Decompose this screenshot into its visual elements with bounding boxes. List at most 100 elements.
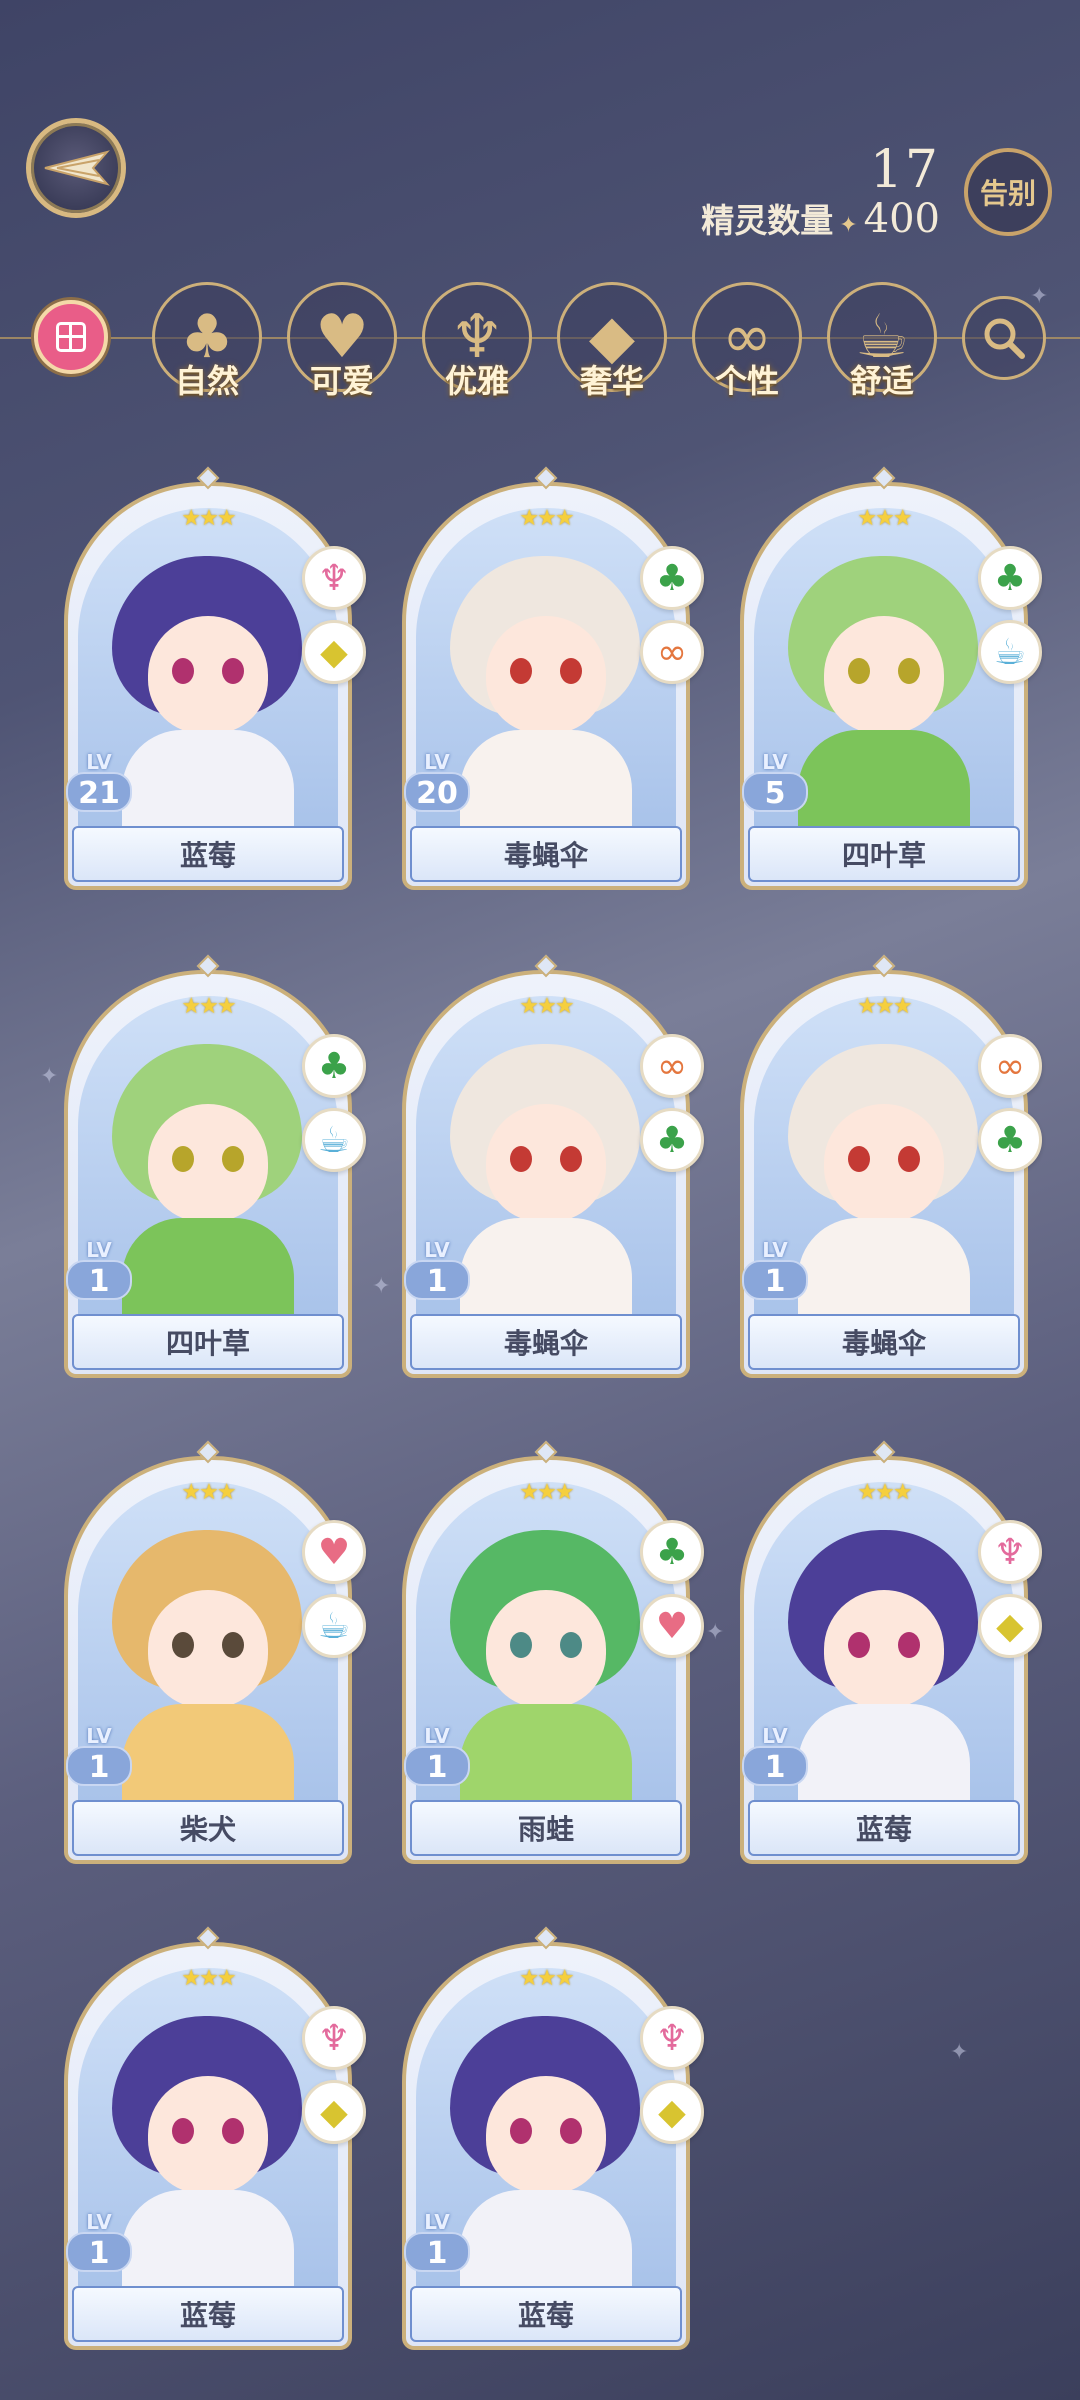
level-label: LV xyxy=(86,750,112,774)
spirit-card[interactable]: ★★★ 四叶草 ♣ ☕ LV 5 xyxy=(740,466,1042,890)
filter-personality[interactable]: ∞ 个性 xyxy=(692,282,802,412)
character-face xyxy=(486,1590,606,1708)
diamond-icon: ◆ xyxy=(302,2080,366,2144)
filter-comfort[interactable]: ☕ 舒适 xyxy=(827,282,937,412)
level-badge: LV 1 xyxy=(66,2210,132,2272)
character-face xyxy=(148,2076,268,2194)
character-body xyxy=(460,730,632,826)
card-frame: ★★★ 柴犬 xyxy=(64,1456,352,1864)
heart-icon: ♥ xyxy=(302,1520,366,1584)
level-badge: LV 1 xyxy=(742,1238,808,1300)
character-eye xyxy=(898,1146,920,1172)
level-label: LV xyxy=(86,1238,112,1262)
level-label: LV xyxy=(424,750,450,774)
level-label: LV xyxy=(424,1238,450,1262)
spirit-card[interactable]: ★★★ 毒蝇伞 ∞ ♣ LV 1 xyxy=(740,954,1042,1378)
farewell-button[interactable]: 告别 xyxy=(964,148,1052,236)
spirit-name: 毒蝇伞 xyxy=(748,1314,1020,1370)
sparkle-icon: ✦ xyxy=(40,1064,59,1089)
spirit-name: 毒蝇伞 xyxy=(410,826,682,882)
spirit-name: 四叶草 xyxy=(72,1314,344,1370)
character-body xyxy=(460,1218,632,1314)
diamond-icon: ◆ xyxy=(978,1594,1042,1658)
character-body xyxy=(798,730,970,826)
character-face xyxy=(148,1590,268,1708)
spirit-name: 蓝莓 xyxy=(410,2286,682,2342)
character-eye xyxy=(222,1632,244,1658)
character-eye xyxy=(848,658,870,684)
level-badge: LV 1 xyxy=(404,2210,470,2272)
glasses-icon: ∞ xyxy=(640,620,704,684)
filter-all-button[interactable] xyxy=(34,300,108,374)
wing-back-icon xyxy=(44,150,110,186)
heart-icon: ♥ xyxy=(640,1594,704,1658)
level-badge: LV 1 xyxy=(66,1724,132,1786)
spirit-card[interactable]: ★★★ 蓝莓 ♆ ◆ LV 1 xyxy=(402,1926,704,2350)
clover-icon: ♣ xyxy=(640,1108,704,1172)
character-eye xyxy=(560,658,582,684)
character-eye xyxy=(898,658,920,684)
character-eye xyxy=(560,1146,582,1172)
character-eye xyxy=(510,658,532,684)
level-value: 1 xyxy=(66,2232,132,2272)
level-label: LV xyxy=(86,2210,112,2234)
spirit-card[interactable]: ★★★ 毒蝇伞 ♣ ∞ LV 20 xyxy=(402,466,704,890)
teacup-icon: ☕ xyxy=(302,1594,366,1658)
character-body xyxy=(460,2190,632,2286)
character-face xyxy=(148,616,268,734)
clover-icon: ♣ xyxy=(640,546,704,610)
spirit-card[interactable]: ★★★ 蓝莓 ♆ ◆ LV 21 xyxy=(64,466,366,890)
level-badge: LV 5 xyxy=(742,750,808,812)
spirit-card[interactable]: ★★★ 蓝莓 ♆ ◆ LV 1 xyxy=(64,1926,366,2350)
grid-icon xyxy=(56,322,86,352)
character-eye xyxy=(172,2118,194,2144)
teacup-icon: ☕ xyxy=(302,1108,366,1172)
sparkle-icon: ✦ xyxy=(372,1274,391,1299)
level-badge: LV 1 xyxy=(404,1238,470,1300)
filter-luxury[interactable]: ◆ 奢华 xyxy=(557,282,667,412)
character-eye xyxy=(510,1632,532,1658)
spirit-count-label: 精灵数量 xyxy=(701,201,834,240)
spirit-count-value: 17 xyxy=(869,140,940,200)
character-face xyxy=(486,2076,606,2194)
spirit-card[interactable]: ★★★ 毒蝇伞 ∞ ♣ LV 1 xyxy=(402,954,704,1378)
clover-icon: ♣ xyxy=(302,1034,366,1098)
level-value: 1 xyxy=(742,1746,808,1786)
character-eye xyxy=(510,1146,532,1172)
back-button[interactable] xyxy=(26,118,126,218)
rarity-stars: ★★★ xyxy=(181,994,236,1019)
search-button[interactable] xyxy=(962,296,1046,380)
level-value: 1 xyxy=(404,1260,470,1300)
card-frame: ★★★ 四叶草 xyxy=(740,482,1028,890)
card-frame: ★★★ 雨蛙 xyxy=(402,1456,690,1864)
character-face xyxy=(824,1590,944,1708)
glasses-icon: ∞ xyxy=(640,1034,704,1098)
rarity-stars: ★★★ xyxy=(181,506,236,531)
filter-elegant[interactable]: ♆ 优雅 xyxy=(422,282,532,412)
character-face xyxy=(486,1104,606,1222)
character-face xyxy=(486,616,606,734)
character-face xyxy=(148,1104,268,1222)
spirit-card[interactable]: ★★★ 柴犬 ♥ ☕ LV 1 xyxy=(64,1440,366,1864)
clover-icon: ♣ xyxy=(978,546,1042,610)
level-value: 21 xyxy=(66,772,132,812)
spirit-name: 蓝莓 xyxy=(72,826,344,882)
swan-icon: ♆ xyxy=(302,546,366,610)
spirit-card[interactable]: ★★★ 四叶草 ♣ ☕ LV 1 xyxy=(64,954,366,1378)
spirit-card[interactable]: ★★★ 蓝莓 ♆ ◆ LV 1 xyxy=(740,1440,1042,1864)
character-eye xyxy=(560,1632,582,1658)
spirit-name: 雨蛙 xyxy=(410,1800,682,1856)
character-eye xyxy=(222,2118,244,2144)
filter-cute[interactable]: ♥ 可爱 xyxy=(287,282,397,412)
card-frame: ★★★ 毒蝇伞 xyxy=(740,970,1028,1378)
character-eye xyxy=(848,1632,870,1658)
spirit-card[interactable]: ★★★ 雨蛙 ♣ ♥ LV 1 xyxy=(402,1440,704,1864)
character-body xyxy=(122,1704,294,1800)
level-value: 1 xyxy=(404,2232,470,2272)
filter-nature[interactable]: ♣ 自然 xyxy=(152,282,262,412)
character-eye xyxy=(222,658,244,684)
character-eye xyxy=(898,1632,920,1658)
star-icon: ✦ xyxy=(839,213,858,238)
character-eye xyxy=(172,1632,194,1658)
diamond-icon: ◆ xyxy=(640,2080,704,2144)
